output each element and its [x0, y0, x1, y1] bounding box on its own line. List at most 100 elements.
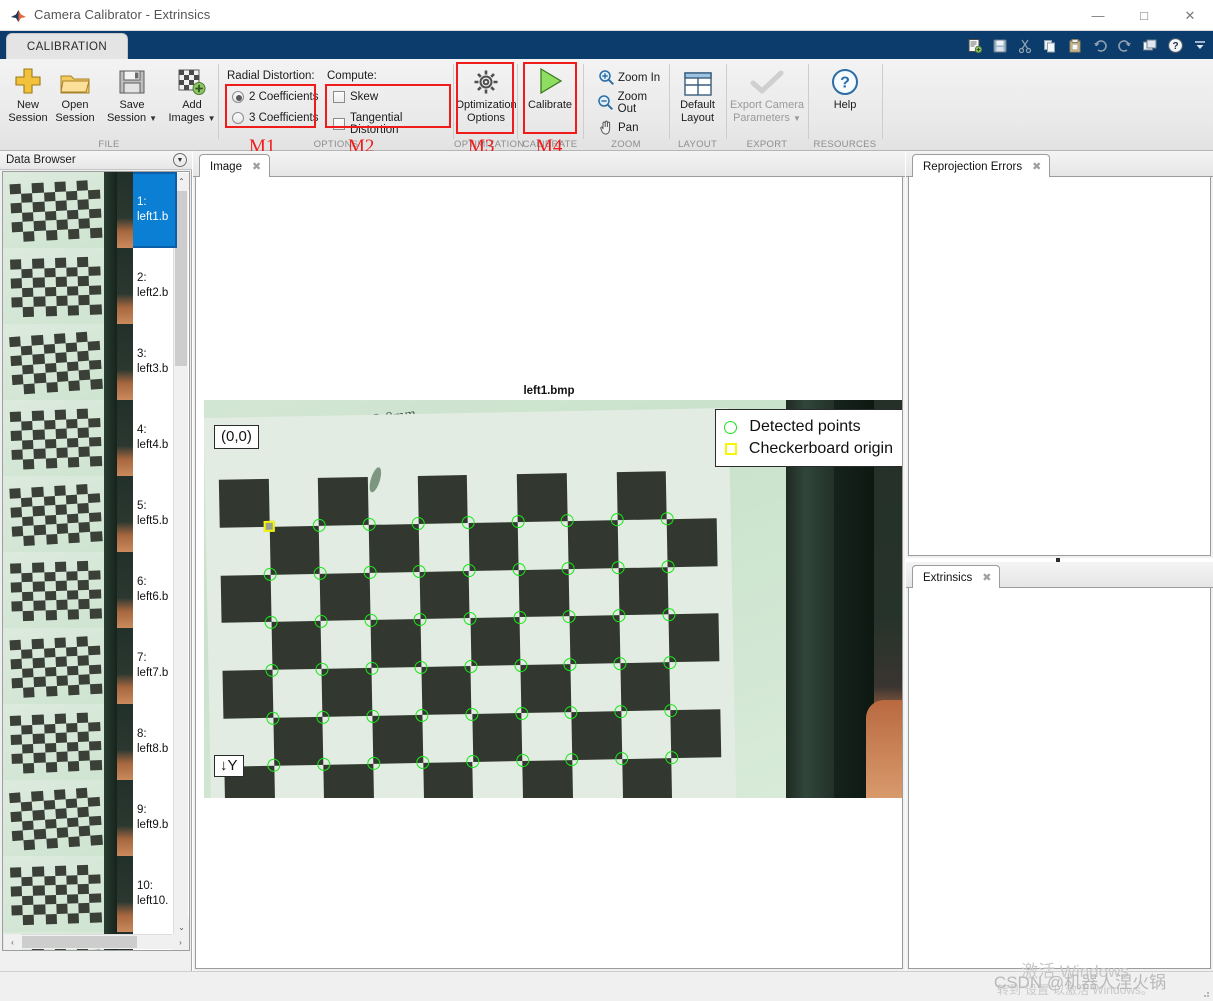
scroll-right-arrow[interactable]: ›	[172, 934, 189, 950]
y-axis-annotation: ↓Y	[214, 755, 244, 777]
new-script-icon[interactable]	[964, 35, 986, 56]
radio-3-coefficients-label: 3 Coefficients	[249, 112, 319, 124]
add-images-button[interactable]: Add Images ▼	[163, 62, 221, 134]
thumbnail-item-5[interactable]: 5: left5.b	[3, 476, 177, 552]
optimization-options-button[interactable]: Optimization Options	[455, 62, 517, 134]
vertical-scrollbar[interactable]: ⌃ ⌄	[173, 173, 189, 936]
save-session-button[interactable]: Save Session ▼	[101, 62, 163, 134]
compute-heading: Compute:	[327, 70, 377, 82]
detected-point	[664, 703, 678, 717]
tab-calibration[interactable]: CALIBRATION	[6, 33, 128, 59]
chevron-down-icon[interactable]: ▼	[149, 114, 157, 123]
thumbnail-item-1[interactable]: 1: left1.b	[3, 172, 177, 248]
paste-icon[interactable]	[1064, 35, 1086, 56]
tab-extrinsics[interactable]: Extrinsics ✖	[912, 565, 1001, 589]
save-icon[interactable]	[989, 35, 1011, 56]
group-caption-export: EXPORT	[746, 139, 788, 150]
checkbox-skew[interactable]: Skew	[333, 91, 378, 103]
zoom-in-label: Zoom In	[618, 71, 661, 84]
new-session-label: New Session	[8, 99, 48, 124]
thumbnail-image	[3, 476, 133, 552]
thumbnail-item-2[interactable]: 2: left2.b	[3, 248, 177, 324]
zoom-in-button[interactable]: Zoom In	[594, 66, 660, 89]
ribbon-group-layout: Default Layout LAYOUT	[670, 59, 725, 151]
chevron-down-circle-icon[interactable]: ▼	[173, 153, 187, 167]
close-tab-icon[interactable]: ✖	[252, 160, 261, 173]
scroll-thumb-horizontal[interactable]	[22, 936, 137, 948]
default-layout-button[interactable]: Default Layout	[673, 62, 722, 134]
maximize-button[interactable]: □	[1121, 0, 1167, 31]
thumbnail-item-4[interactable]: 4: left4.b	[3, 400, 177, 476]
switch-windows-icon[interactable]	[1139, 35, 1161, 56]
thumbnail-item-6[interactable]: 6: left6.b	[3, 552, 177, 628]
thumbnail-label: 9: left9.b	[133, 780, 177, 855]
thumbnail-item-7[interactable]: 7: left7.b	[3, 628, 177, 704]
chevron-down-icon[interactable]: ▼	[793, 114, 801, 123]
matlab-icon	[10, 7, 27, 24]
thumbnail-item-3[interactable]: 3: left3.b	[3, 324, 177, 400]
thumbnail-item-8[interactable]: 8: left8.b	[3, 704, 177, 780]
copy-icon[interactable]	[1039, 35, 1061, 56]
radial-distortion-heading: Radial Distortion:	[227, 70, 315, 82]
thumbnail-label: 4: left4.b	[133, 400, 177, 475]
new-session-button[interactable]: New Session	[4, 62, 52, 134]
thumbnail-image	[3, 248, 133, 324]
chevron-down-icon[interactable]: ▼	[208, 114, 216, 123]
tab-reprojection-errors-label: Reprojection Errors	[923, 160, 1023, 173]
detected-point	[465, 707, 479, 721]
legend-item-checkerboard-origin: Checkerboard origin	[724, 438, 893, 460]
default-layout-label: Default Layout	[680, 99, 715, 124]
close-button[interactable]: ✕	[1167, 0, 1213, 31]
csdn-watermark: CSDN @机器人涅火锅	[993, 973, 1167, 992]
tab-image[interactable]: Image ✖	[199, 154, 271, 178]
thumbnail-index: 3:	[137, 347, 147, 360]
image-title: left1.bmp	[523, 385, 575, 397]
add-images-icon	[177, 62, 207, 96]
close-tab-icon[interactable]: ✖	[1032, 160, 1041, 173]
checkbox-tangential-distortion[interactable]: Tangential Distortion	[333, 112, 453, 136]
open-session-button[interactable]: Open Session	[51, 62, 99, 134]
calibration-image[interactable]: 12-9mm (0,0) ↓Y Detected points Checkerb…	[204, 400, 902, 798]
thumbnail-label: 2: left2.b	[133, 248, 177, 323]
cut-icon[interactable]	[1014, 35, 1036, 56]
collapse-ribbon-icon[interactable]	[1189, 35, 1211, 56]
detected-point	[464, 659, 478, 673]
redo-icon[interactable]	[1114, 35, 1136, 56]
thumbnail-label: 5: left5.b	[133, 476, 177, 551]
thumbnail-index: 8:	[137, 727, 147, 740]
thumbnail-item-9[interactable]: 9: left9.b	[3, 780, 177, 856]
tab-reprojection-errors[interactable]: Reprojection Errors ✖	[912, 154, 1051, 178]
scroll-left-arrow[interactable]: ‹	[4, 934, 21, 950]
radio-2-coefficients[interactable]: 2 Coefficients	[232, 91, 318, 103]
thumbnail-item-10[interactable]: 10: left10.	[3, 856, 177, 932]
image-panel-tabbar: Image ✖	[193, 151, 905, 178]
help-button[interactable]: ? Help	[821, 62, 869, 134]
play-icon	[535, 62, 565, 96]
ribbon-group-file: NewSession OpenSession SaveSession ▼	[0, 59, 218, 151]
undo-icon[interactable]	[1089, 35, 1111, 56]
zoom-in-icon	[594, 69, 618, 86]
zoom-out-button[interactable]: Zoom Out	[594, 90, 668, 115]
save-session-label: Save Session ▼	[106, 99, 158, 124]
image-panel: Image ✖ left1.bmp 12-9mm (0,0) ↓Y Detect…	[193, 151, 905, 971]
thumbnail-label: 8: left8.b	[133, 704, 177, 779]
close-tab-icon[interactable]: ✖	[982, 571, 991, 584]
calibrate-button[interactable]: Calibrate	[524, 62, 576, 134]
help-icon[interactable]: ?	[1164, 35, 1186, 56]
pan-label: Pan	[618, 121, 639, 134]
radio-3-coefficients[interactable]: 3 Coefficients	[232, 112, 318, 124]
detected-point	[364, 613, 378, 627]
detected-point	[661, 560, 675, 574]
image-thumbnail-list[interactable]: 1: left1.b 2: left2.b 3: left3.b 4: left4.b 5: le…	[2, 171, 190, 951]
minimize-button[interactable]: —	[1075, 0, 1121, 31]
zoom-out-label: Zoom Out	[617, 90, 648, 115]
thumbnail-index: 10:	[137, 879, 153, 892]
horizontal-scrollbar[interactable]: ‹ ›	[4, 934, 189, 950]
thumbnail-label: 6: left6.b	[133, 552, 177, 627]
checkbox-indicator	[333, 118, 345, 130]
detected-point	[512, 563, 526, 577]
checkbox-indicator	[333, 91, 345, 103]
pan-button[interactable]: Pan	[594, 116, 638, 139]
tab-image-label: Image	[210, 160, 242, 173]
export-camera-parameters-button[interactable]: Export Camera Parameters ▼	[721, 62, 813, 134]
